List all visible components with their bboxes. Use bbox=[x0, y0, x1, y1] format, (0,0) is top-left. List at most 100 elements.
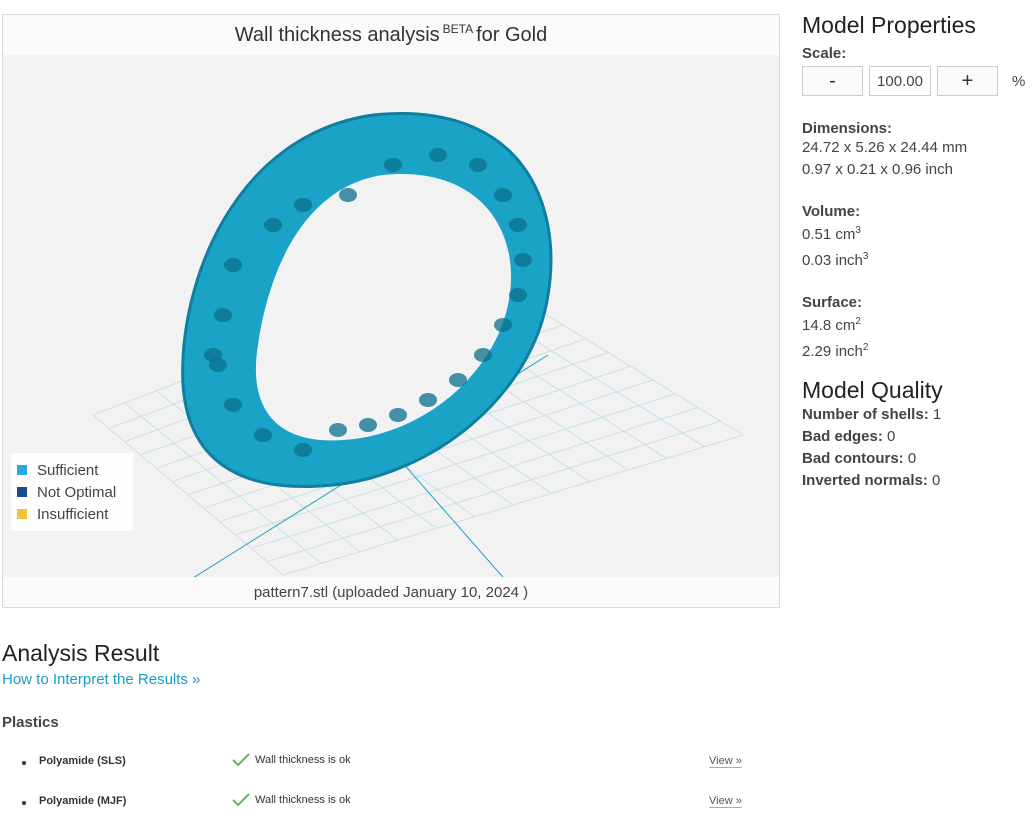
ring-perforation bbox=[359, 418, 377, 432]
surface-block: Surface: 14.8 cm2 2.29 inch2 bbox=[802, 294, 1034, 363]
ring-perforation bbox=[254, 428, 272, 442]
ring-perforation bbox=[264, 218, 282, 232]
result-status: Wall thickness is ok bbox=[232, 793, 351, 807]
legend-label: Insufficient bbox=[37, 505, 109, 523]
quality-value: 0 bbox=[907, 450, 917, 467]
ring-perforation bbox=[514, 253, 532, 267]
volume-cm: 0.51 cm3 bbox=[802, 220, 1034, 246]
interpret-results-link[interactable]: How to Interpret the Results » bbox=[2, 671, 762, 688]
legend-label: Not Optimal bbox=[37, 483, 117, 501]
model-quality-list: Number of shells: 1 Bad edges: 0 Bad con… bbox=[802, 404, 1034, 492]
material-name: Polyamide (MJF) bbox=[39, 795, 127, 807]
unit-exponent: 2 bbox=[855, 316, 861, 327]
viewer-title-suffix: for Gold bbox=[476, 23, 548, 46]
legend-swatch bbox=[17, 509, 27, 519]
model-properties-panel: Model Properties Scale: - + % Dimensions… bbox=[802, 12, 1034, 492]
dimensions-inch: 0.97 x 0.21 x 0.96 inch bbox=[802, 161, 953, 178]
ring-perforation bbox=[389, 408, 407, 422]
plastics-section-label: Plastics bbox=[2, 714, 59, 731]
ring-perforation bbox=[214, 308, 232, 322]
volume-block: Volume: 0.51 cm3 0.03 inch3 bbox=[802, 203, 1034, 272]
view-result-link[interactable]: View » bbox=[709, 795, 742, 808]
quality-label: Number of shells: bbox=[802, 406, 929, 423]
legend-swatch bbox=[17, 487, 27, 497]
result-row: Polyamide (SLS) Wall thickness is ok Vie… bbox=[2, 745, 762, 785]
percent-unit: % bbox=[1012, 72, 1026, 90]
quality-value: 1 bbox=[932, 406, 942, 423]
model-quality-heading: Model Quality bbox=[802, 377, 943, 403]
ring-perforation bbox=[224, 258, 242, 272]
ring-perforation bbox=[329, 423, 347, 437]
ring-perforation bbox=[294, 198, 312, 212]
ring-perforation bbox=[419, 393, 437, 407]
scale-increase-button[interactable]: + bbox=[937, 66, 998, 96]
surface-cm: 14.8 cm2 bbox=[802, 311, 1034, 337]
legend-swatch bbox=[17, 465, 27, 475]
ring-perforation bbox=[474, 348, 492, 362]
quality-value: 0 bbox=[887, 428, 896, 445]
surface-inch-text: 2.29 inch bbox=[802, 343, 863, 360]
legend-item-not-optimal: Not Optimal bbox=[17, 481, 127, 503]
ring-perforation bbox=[224, 398, 242, 412]
quality-value: 0 bbox=[932, 472, 941, 489]
material-name: Polyamide (SLS) bbox=[39, 755, 126, 767]
bullet bbox=[22, 761, 26, 765]
ring-perforation bbox=[509, 288, 527, 302]
volume-inch-text: 0.03 inch bbox=[802, 252, 863, 269]
quality-row: Number of shells: 1 bbox=[802, 404, 1034, 426]
scale-decrease-button[interactable]: - bbox=[802, 66, 863, 96]
volume-cm-text: 0.51 cm bbox=[802, 226, 856, 243]
volume-label: Volume: bbox=[802, 203, 861, 220]
surface-inch: 2.29 inch2 bbox=[802, 337, 1034, 363]
viewer-title: Wall thickness analysis BETA for Gold bbox=[3, 15, 779, 55]
legend-item-sufficient: Sufficient bbox=[17, 459, 127, 481]
check-icon bbox=[232, 793, 250, 807]
status-text: Wall thickness is ok bbox=[255, 794, 351, 806]
surface-label: Surface: bbox=[802, 294, 863, 311]
quality-row: Inverted normals: 0 bbox=[802, 470, 1034, 492]
analysis-result-heading: Analysis Result bbox=[2, 640, 160, 666]
surface-cm-text: 14.8 cm bbox=[802, 317, 856, 334]
ring-perforation bbox=[494, 318, 512, 332]
analysis-result-section: Analysis Result How to Interpret the Res… bbox=[2, 640, 762, 825]
legend-label: Sufficient bbox=[37, 461, 99, 479]
model-properties-heading: Model Properties bbox=[802, 12, 976, 38]
result-row: Polyamide (MJF) Wall thickness is ok Vie… bbox=[2, 785, 762, 825]
view-result-link[interactable]: View » bbox=[709, 755, 742, 768]
ring-perforation bbox=[494, 188, 512, 202]
beta-badge: BETA bbox=[442, 22, 474, 36]
ring-perforation bbox=[384, 158, 402, 172]
dimensions-label: Dimensions: bbox=[802, 120, 893, 137]
scale-label: Scale: bbox=[802, 45, 847, 62]
quality-row: Bad contours: 0 bbox=[802, 448, 1034, 470]
status-text: Wall thickness is ok bbox=[255, 754, 351, 766]
ring-perforation bbox=[204, 348, 222, 362]
ring-perforation bbox=[469, 158, 487, 172]
result-status: Wall thickness is ok bbox=[232, 753, 351, 767]
bullet bbox=[22, 801, 26, 805]
model-viewer[interactable]: Wall thickness analysis BETA for Gold Su… bbox=[2, 14, 780, 608]
scale-input[interactable] bbox=[869, 66, 931, 96]
viewer-title-text: Wall thickness analysis bbox=[234, 23, 440, 46]
ring-perforation bbox=[509, 218, 527, 232]
volume-inch: 0.03 inch3 bbox=[802, 246, 1034, 272]
check-icon bbox=[232, 753, 250, 767]
quality-row: Bad edges: 0 bbox=[802, 426, 1034, 448]
ring-perforation bbox=[294, 443, 312, 457]
dimensions-mm: 24.72 x 5.26 x 24.44 mm bbox=[802, 139, 968, 156]
quality-label: Bad edges: bbox=[802, 428, 883, 445]
unit-exponent: 2 bbox=[862, 342, 869, 353]
quality-label: Bad contours: bbox=[802, 450, 904, 467]
unit-exponent: 3 bbox=[862, 251, 869, 262]
file-info: pattern7.stl (uploaded January 10, 2024 … bbox=[3, 577, 779, 607]
quality-label: Inverted normals: bbox=[802, 472, 928, 489]
unit-exponent: 3 bbox=[855, 225, 861, 236]
ring-model[interactable] bbox=[181, 112, 553, 488]
legend-item-insufficient: Insufficient bbox=[17, 503, 127, 525]
thickness-legend: Sufficient Not Optimal Insufficient bbox=[11, 453, 133, 531]
ring-perforation bbox=[449, 373, 467, 387]
dimensions-block: Dimensions: 24.72 x 5.26 x 24.44 mm 0.97… bbox=[802, 120, 1034, 181]
scale-control: - + % bbox=[802, 66, 1034, 96]
ring-perforation bbox=[339, 188, 357, 202]
ring-perforation bbox=[429, 148, 447, 162]
